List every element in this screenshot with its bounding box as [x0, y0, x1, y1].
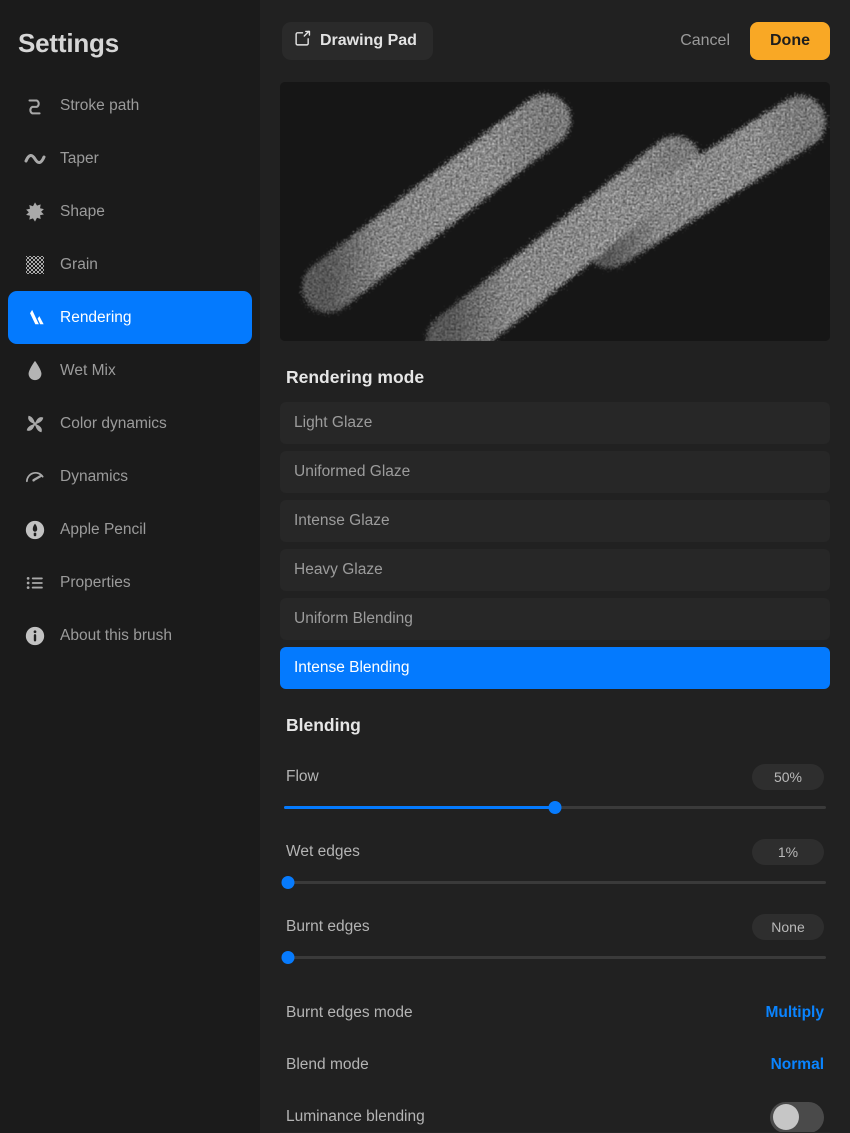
- sidebar-item-label: Dynamics: [60, 467, 129, 485]
- sidebar-item-apple-pencil[interactable]: Apple Pencil: [8, 503, 252, 556]
- stroke-path-icon: [22, 93, 48, 119]
- brush-stroke-preview[interactable]: [280, 82, 830, 341]
- slider-flow-fill: [284, 806, 559, 809]
- compose-icon: [294, 30, 311, 52]
- mode-option-light-glaze[interactable]: Light Glaze: [280, 402, 830, 444]
- sidebar-item-wet-mix[interactable]: Wet Mix: [8, 344, 252, 397]
- mode-option-heavy-glaze[interactable]: Heavy Glaze: [280, 549, 830, 591]
- sidebar-item-stroke-path[interactable]: Stroke path: [8, 79, 252, 132]
- slider-burnt-edges-value[interactable]: None: [752, 914, 824, 940]
- done-button[interactable]: Done: [750, 22, 830, 60]
- brush-settings-window: Settings Stroke path Taper Shape Grain R…: [0, 0, 850, 1133]
- tab-drawing-pad[interactable]: Drawing Pad: [282, 22, 433, 60]
- sidebar-item-rendering[interactable]: Rendering: [8, 291, 252, 344]
- sidebar-item-dynamics[interactable]: Dynamics: [8, 450, 252, 503]
- slider-flow-label: Flow: [286, 768, 319, 785]
- slider-flow: Flow 50%: [280, 762, 830, 815]
- rendering-mode-heading: Rendering mode: [286, 367, 425, 387]
- blending-heading: Blending: [286, 715, 361, 735]
- option-luminance-blending: Luminance blending: [286, 1091, 824, 1133]
- sidebar-item-label: Taper: [60, 149, 99, 167]
- slider-wet-edges-track[interactable]: [280, 874, 830, 890]
- sidebar-item-label: Rendering: [60, 308, 132, 326]
- slider-burnt-edges-knob[interactable]: [281, 951, 295, 964]
- option-value[interactable]: Multiply: [765, 1004, 824, 1022]
- info-circle-icon: [22, 623, 48, 649]
- sidebar-item-label: Grain: [60, 255, 98, 273]
- option-label: Burnt edges mode: [286, 1004, 413, 1021]
- gauge-icon: [22, 464, 48, 490]
- sidebar-item-taper[interactable]: Taper: [8, 132, 252, 185]
- grain-icon: [22, 252, 48, 278]
- sidebar-item-label: Shape: [60, 202, 105, 220]
- slider-burnt-edges: Burnt edges None: [280, 912, 830, 965]
- main-topbar: Drawing Pad Cancel Done: [260, 0, 850, 82]
- sidebar-item-about-this-brush[interactable]: About this brush: [8, 609, 252, 662]
- mode-option-intense-glaze[interactable]: Intense Glaze: [280, 500, 830, 542]
- cancel-button[interactable]: Cancel: [668, 26, 742, 56]
- sidebar-item-label: Color dynamics: [60, 414, 167, 432]
- option-value[interactable]: Normal: [771, 1056, 824, 1074]
- sidebar-item-label: Apple Pencil: [60, 520, 147, 538]
- shape-icon: [22, 199, 48, 225]
- sidebar-item-label: About this brush: [60, 626, 173, 644]
- tab-label: Drawing Pad: [320, 32, 417, 49]
- sidebar-item-label: Properties: [60, 573, 131, 591]
- option-label: Blend mode: [286, 1056, 369, 1073]
- slider-flow-head: Flow 50%: [280, 762, 830, 792]
- mode-option-intense-blending[interactable]: Intense Blending: [280, 647, 830, 689]
- droplet-icon: [22, 358, 48, 384]
- slider-burnt-edges-track[interactable]: [280, 949, 830, 965]
- sidebar-title: Settings: [18, 28, 119, 58]
- slider-burnt-edges-head: Burnt edges None: [280, 912, 830, 942]
- slider-flow-value[interactable]: 50%: [752, 764, 824, 790]
- option-blend-mode[interactable]: Blend mode Normal: [286, 1039, 824, 1091]
- sidebar-item-label: Wet Mix: [60, 361, 116, 379]
- sidebar-item-label: Stroke path: [60, 96, 140, 114]
- option-burnt-edges-mode[interactable]: Burnt edges mode Multiply: [286, 987, 824, 1039]
- slider-wet-edges-label: Wet edges: [286, 843, 360, 860]
- sidebar-nav: Stroke path Taper Shape Grain Rendering …: [0, 79, 260, 662]
- mode-option-uniform-blending[interactable]: Uniform Blending: [280, 598, 830, 640]
- preview-canvas: [280, 82, 830, 341]
- slider-burnt-edges-label: Burnt edges: [286, 918, 370, 935]
- rendering-icon: [22, 305, 48, 331]
- sidebar-item-properties[interactable]: Properties: [8, 556, 252, 609]
- settings-main-panel: Drawing Pad Cancel Done Rendering mode L…: [260, 0, 850, 1133]
- mode-option-uniformed-glaze[interactable]: Uniformed Glaze: [280, 451, 830, 493]
- slider-wet-edges-knob[interactable]: [281, 876, 295, 889]
- list-icon: [22, 570, 48, 596]
- rendering-mode-list: Light Glaze Uniformed Glaze Intense Glaz…: [280, 402, 830, 689]
- slider-track-bg: [284, 881, 826, 884]
- apple-pencil-icon: [22, 517, 48, 543]
- slider-track-bg: [284, 956, 826, 959]
- slider-flow-knob[interactable]: [548, 801, 562, 814]
- slider-wet-edges-value[interactable]: 1%: [752, 839, 824, 865]
- slider-flow-track[interactable]: [280, 799, 830, 815]
- sidebar-item-grain[interactable]: Grain: [8, 238, 252, 291]
- settings-sidebar: Settings Stroke path Taper Shape Grain R…: [0, 0, 260, 1133]
- blending-sliders: Flow 50% Wet edges 1% Burnt edges None: [280, 750, 830, 965]
- slider-wet-edges: Wet edges 1%: [280, 837, 830, 890]
- taper-icon: [22, 146, 48, 172]
- sidebar-item-color-dynamics[interactable]: Color dynamics: [8, 397, 252, 450]
- luminance-blending-toggle[interactable]: [770, 1101, 824, 1133]
- toggle-knob: [772, 1104, 799, 1130]
- slider-wet-edges-head: Wet edges 1%: [280, 837, 830, 867]
- option-label: Luminance blending: [286, 1108, 425, 1125]
- sidebar-item-shape[interactable]: Shape: [8, 185, 252, 238]
- pinwheel-icon: [22, 411, 48, 437]
